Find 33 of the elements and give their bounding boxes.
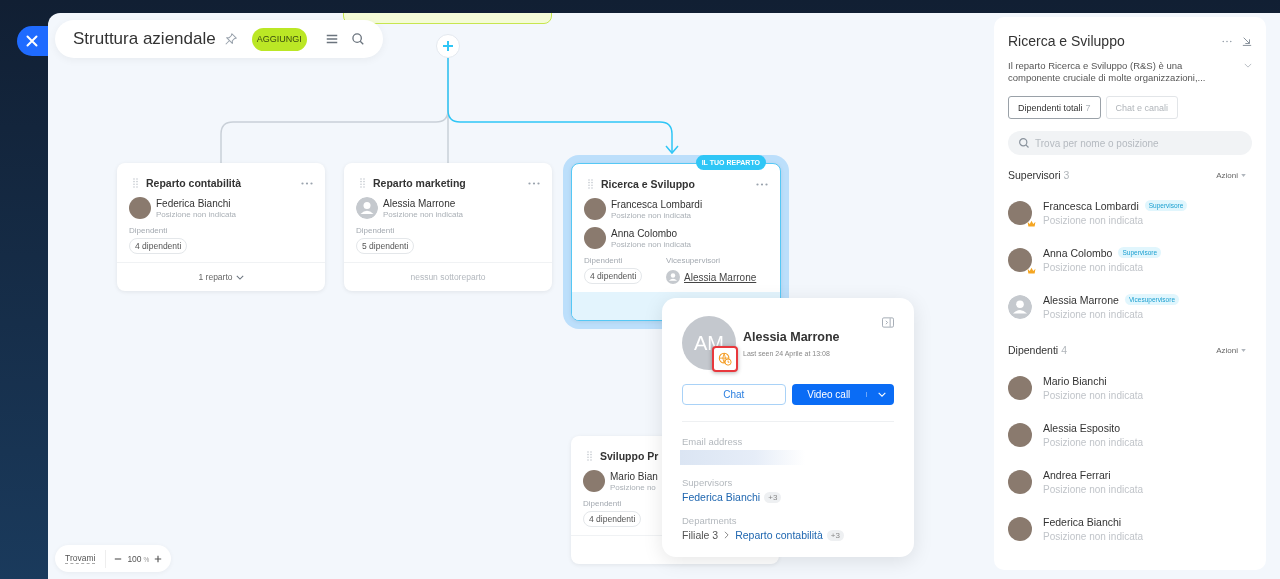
branch-name: Filiale 3 (682, 529, 719, 541)
section-title: Supervisori 3 (1008, 169, 1070, 181)
section-title: Dipendenti 4 (1008, 344, 1067, 356)
zoom-value: 100 (127, 553, 142, 564)
department-title: Sviluppo Pr (600, 450, 659, 462)
supervisors-label: Supervisors (682, 477, 734, 488)
department-title: Reparto marketing (373, 177, 466, 189)
employees-label: Dipendenti (583, 499, 622, 508)
person-position: Posizione non indicata (1043, 389, 1144, 401)
subdepartments-toggle: nessun sottoreparto (410, 272, 486, 282)
person-position: Posizione non indicata (611, 239, 692, 249)
person-position: Posizione non indicata (1043, 436, 1144, 448)
employees-label: Dipendenti (356, 226, 395, 235)
panel-title: Ricerca e Sviluppo (1008, 33, 1125, 49)
department-title: Ricerca e Sviluppo (601, 178, 695, 190)
person-position: Posizione non indicata (611, 210, 693, 220)
person-position: Posizione non indicata (156, 209, 237, 219)
department-description: Il reparto Ricerca e Sviluppo (R&S) è una componente cruciale di molte organizzazioni,... (1008, 60, 1207, 84)
employees-label: Dipendenti (584, 256, 623, 265)
profile-name: Alessia Marrone (743, 329, 840, 344)
person-position: Posizione non indicata (1043, 261, 1145, 273)
deputies-label: Vicesupervisori (666, 256, 721, 265)
person-position: Posizione non indicata (383, 209, 464, 219)
person-position: Posizione non indicata (1043, 483, 1144, 495)
person-position: Posizione non indicata (1043, 308, 1145, 320)
person-position: Posizione non indicata (1043, 214, 1145, 226)
department-title: Reparto contabilità (146, 177, 242, 189)
person-position: Posizione non indicata (1043, 530, 1144, 542)
employees-label: Dipendenti (129, 226, 168, 235)
departments-label: Departments (682, 515, 738, 526)
person-position: Posizione no (610, 482, 657, 492)
email-label: Email address (682, 436, 744, 447)
page-title: Struttura aziendale (73, 29, 216, 49)
